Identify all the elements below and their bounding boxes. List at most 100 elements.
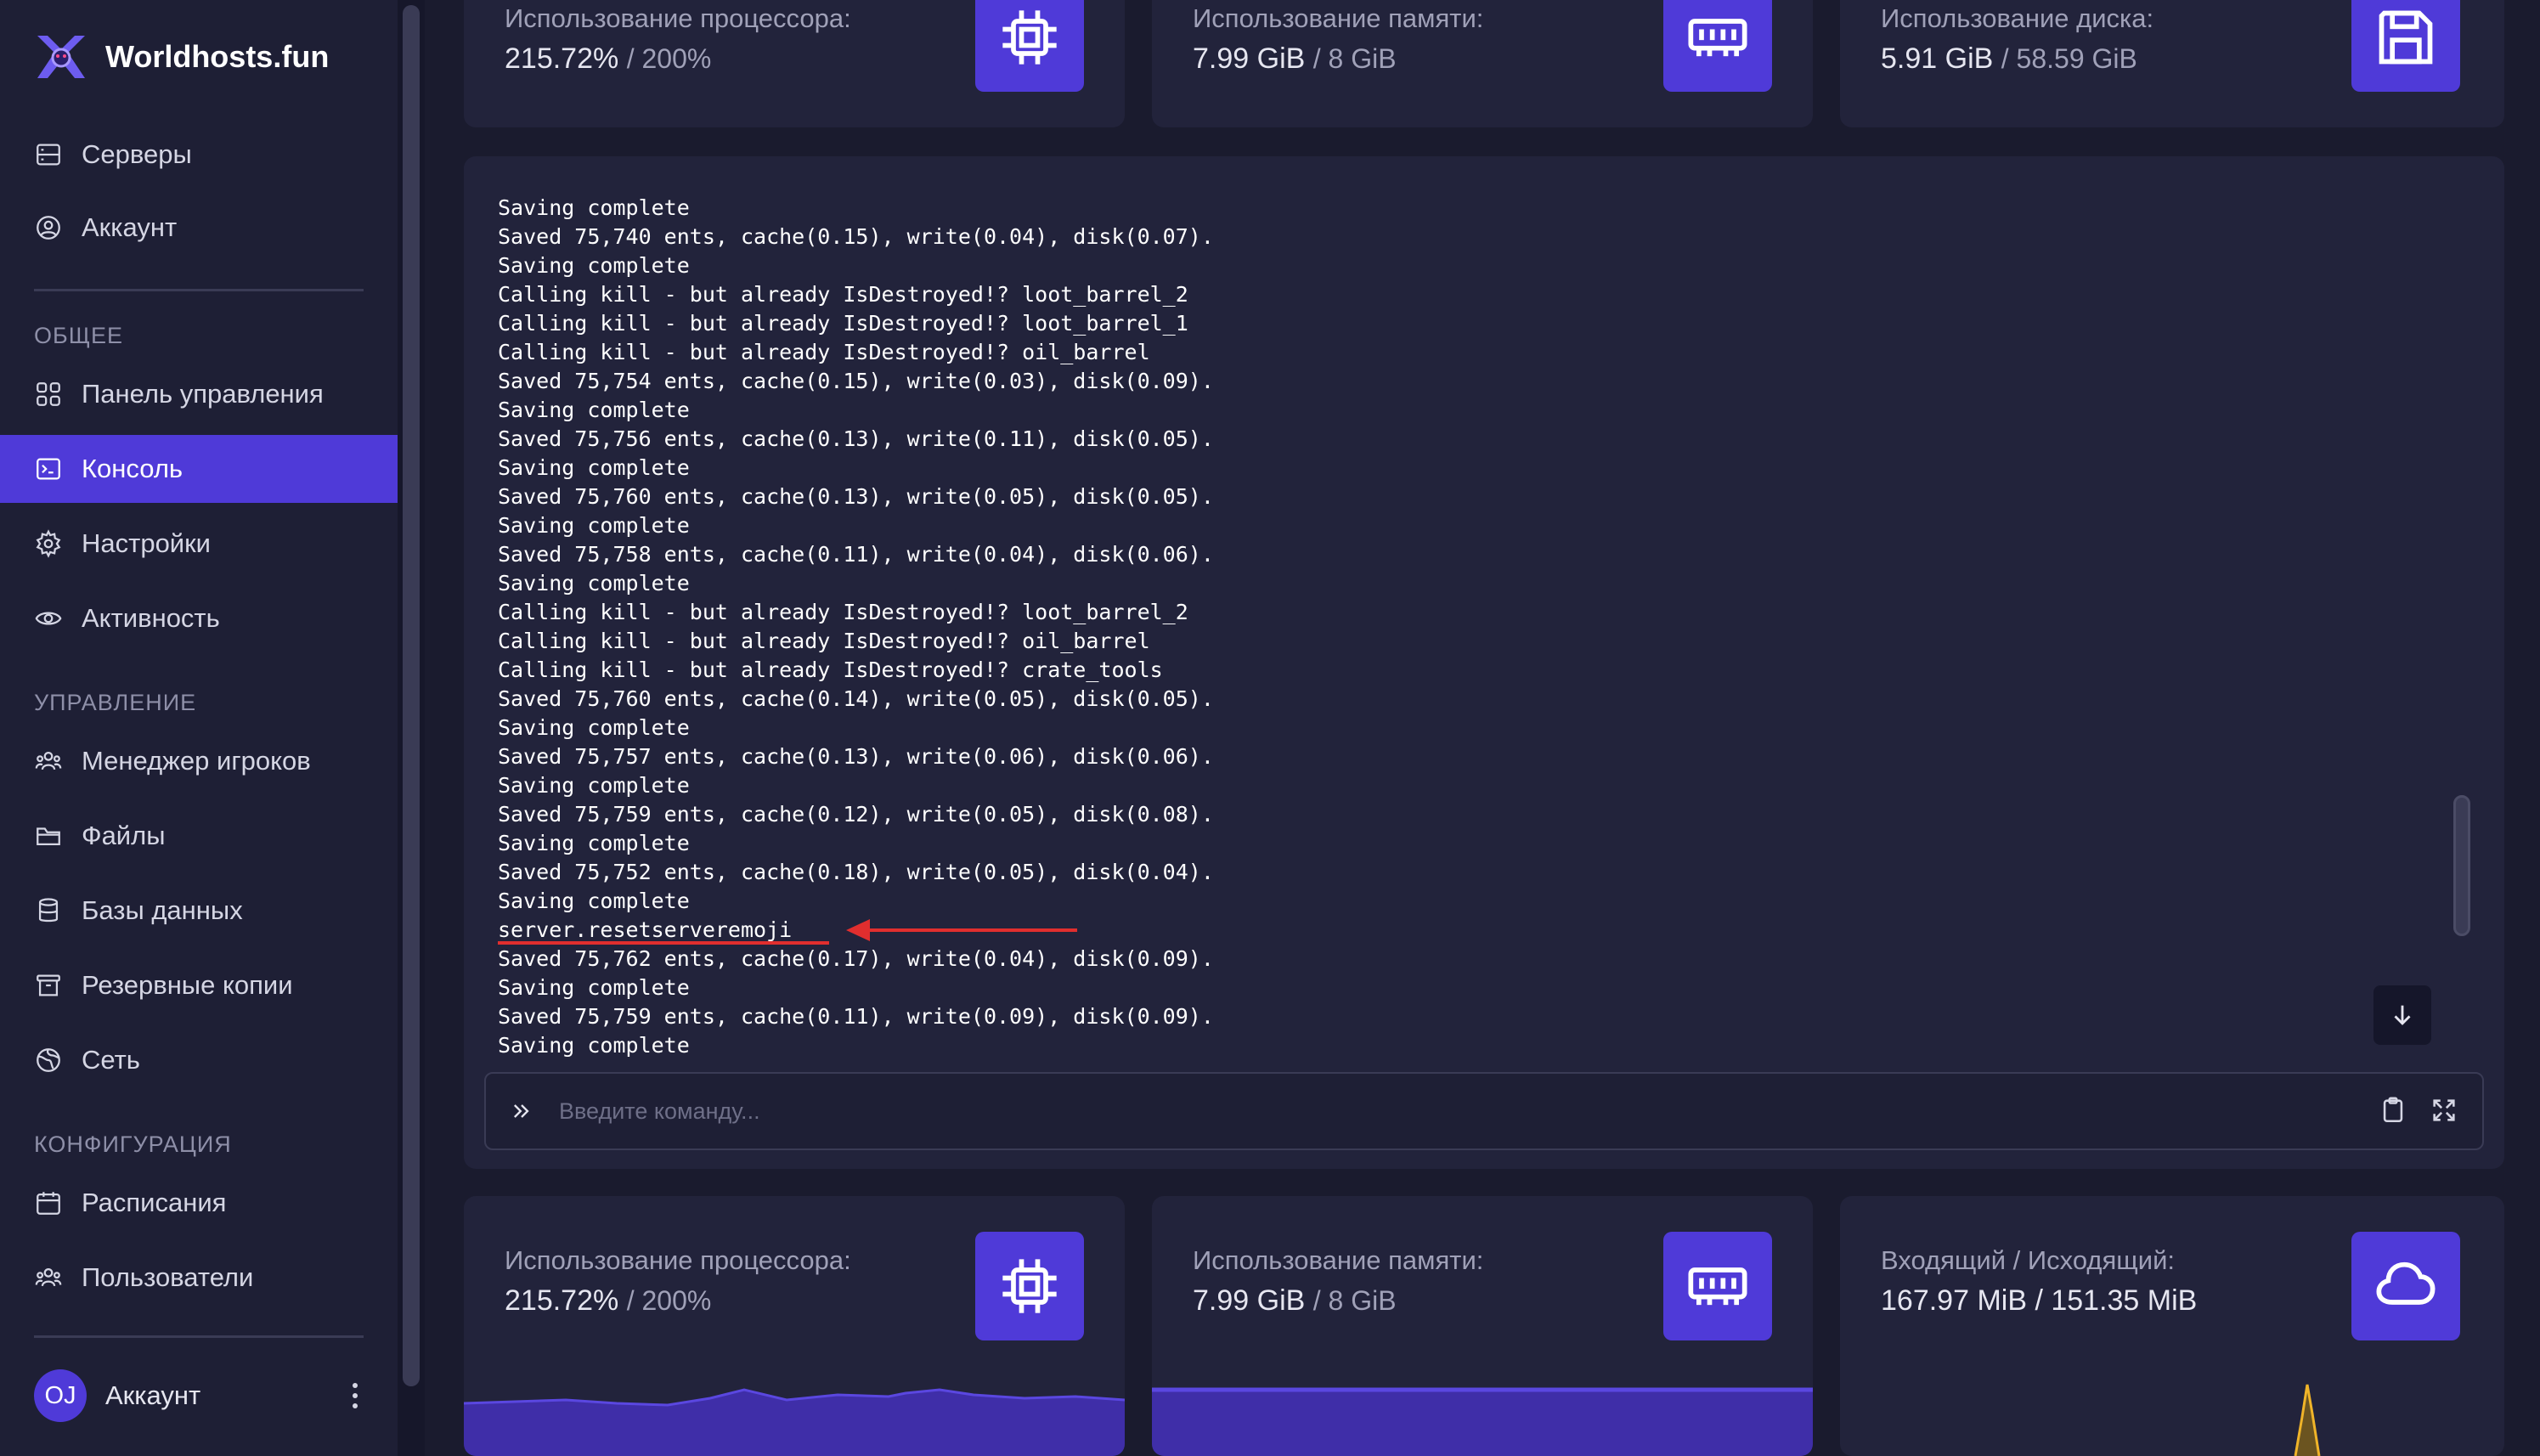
sidebar-divider bbox=[34, 289, 364, 291]
console-line: Saving complete bbox=[498, 571, 690, 595]
stat-label: Использование памяти: bbox=[1193, 1245, 1484, 1275]
stat-value: 7.99 GiB / 8 GiB bbox=[1193, 1284, 1397, 1318]
sidebar-item-databases[interactable]: Базы данных bbox=[0, 877, 398, 945]
gear-icon bbox=[34, 529, 63, 558]
archive-icon bbox=[34, 971, 63, 1000]
sidebar: Worldhosts.fun Серверы Аккаунт ОБЩЕЕ Пан… bbox=[0, 0, 398, 1456]
console-line: Saving complete bbox=[498, 1033, 690, 1058]
stat-value: 7.99 GiB / 8 GiB bbox=[1193, 42, 1397, 76]
console-line: Calling kill - but already IsDestroyed!?… bbox=[498, 657, 1163, 682]
sidebar-item-label: Консоль bbox=[82, 454, 183, 483]
console-line: Saving complete bbox=[498, 831, 690, 855]
floppy-disk-icon bbox=[2351, 0, 2460, 92]
folder-icon bbox=[34, 821, 63, 850]
command-tools bbox=[2379, 1096, 2458, 1125]
scroll-to-bottom-button[interactable] bbox=[2373, 985, 2431, 1045]
stat-current: 167.97 MiB / 151.35 MiB bbox=[1881, 1284, 2198, 1317]
sidebar-item-label: Менеджер игроков bbox=[82, 746, 311, 776]
dashboard-icon bbox=[34, 380, 63, 409]
stat-card-memory: Использование памяти: 7.99 GiB / 8 GiB bbox=[1152, 0, 1813, 127]
stat-card-cpu-graph: Использование процессора: 215.72% / 200% bbox=[464, 1196, 1125, 1456]
console-line: Saved 75,740 ents, cache(0.15), write(0.… bbox=[498, 224, 1214, 249]
stat-label: Использование процессора: bbox=[505, 3, 851, 33]
stat-limit: / 8 GiB bbox=[1312, 1285, 1397, 1316]
sidebar-item-label: Резервные копии bbox=[82, 970, 293, 1000]
memory-icon bbox=[1663, 0, 1772, 92]
stat-limit: / 8 GiB bbox=[1312, 43, 1397, 74]
console-line: Saved 75,760 ents, cache(0.14), write(0.… bbox=[498, 686, 1214, 711]
stat-card-network-graph: Входящий / Исходящий: 167.97 MiB / 151.3… bbox=[1840, 1196, 2504, 1456]
command-bar bbox=[484, 1072, 2484, 1150]
sidebar-item-activity[interactable]: Активность bbox=[0, 584, 398, 652]
sidebar-item-player-manager[interactable]: Менеджер игроков bbox=[0, 727, 398, 795]
stat-card-cpu: Использование процессора: 215.72% / 200% bbox=[464, 0, 1125, 127]
console-line: Saving complete bbox=[498, 773, 690, 798]
section-label-configuration: КОНФИГУРАЦИЯ bbox=[34, 1132, 232, 1157]
sidebar-item-backups[interactable]: Резервные копии bbox=[0, 951, 398, 1019]
expand-icon[interactable] bbox=[2430, 1096, 2458, 1125]
sidebar-item-console[interactable]: Консоль bbox=[0, 435, 398, 503]
sidebar-item-label: Аккаунт bbox=[82, 212, 178, 242]
cpu-icon bbox=[975, 0, 1084, 92]
account-menu[interactable]: OJ Аккаунт bbox=[34, 1369, 364, 1422]
stat-current: 5.91 GiB bbox=[1881, 42, 1994, 75]
console-line: Saved 75,760 ents, cache(0.13), write(0.… bbox=[498, 484, 1214, 509]
calendar-icon bbox=[34, 1188, 63, 1217]
console-line: Saving complete bbox=[498, 975, 690, 1000]
user-circle-icon bbox=[34, 213, 63, 242]
sidebar-item-settings[interactable]: Настройки bbox=[0, 510, 398, 578]
console-line: Saved 75,759 ents, cache(0.11), write(0.… bbox=[498, 1004, 1214, 1029]
section-label-general: ОБЩЕЕ bbox=[34, 323, 124, 348]
sidebar-item-label: Пользователи bbox=[82, 1262, 254, 1292]
annotation-underline bbox=[498, 941, 829, 945]
console-line: Saving complete bbox=[498, 195, 690, 220]
brand-name: Worldhosts.fun bbox=[105, 39, 330, 74]
console-line: Saved 75,754 ents, cache(0.15), write(0.… bbox=[498, 369, 1214, 393]
sidebar-item-dashboard[interactable]: Панель управления bbox=[0, 360, 398, 428]
sidebar-item-label: Сеть bbox=[82, 1045, 140, 1075]
sidebar-item-schedules[interactable]: Расписания bbox=[0, 1169, 398, 1237]
sidebar-item-users[interactable]: Пользователи bbox=[0, 1244, 398, 1312]
console-scrollbar[interactable] bbox=[2453, 795, 2470, 936]
sidebar-item-label: Расписания bbox=[82, 1188, 227, 1217]
console-line: Saving complete bbox=[498, 513, 690, 538]
arrow-down-icon bbox=[2394, 1005, 2411, 1025]
stat-value: 215.72% / 200% bbox=[505, 1284, 711, 1318]
sidebar-item-label: Настройки bbox=[82, 528, 212, 558]
console-line: Saving complete bbox=[498, 715, 690, 740]
terminal-icon bbox=[34, 454, 63, 483]
server-icon bbox=[34, 140, 63, 169]
sidebar-item-label: Серверы bbox=[82, 139, 192, 169]
stat-value: 167.97 MiB / 151.35 MiB bbox=[1881, 1284, 2197, 1318]
console-line: Calling kill - but already IsDestroyed!?… bbox=[498, 629, 1150, 653]
stat-label: Использование диска: bbox=[1881, 3, 2154, 33]
kebab-menu-icon[interactable] bbox=[347, 1383, 364, 1408]
users-icon bbox=[34, 1263, 63, 1292]
sidebar-item-label: Панель управления bbox=[82, 379, 324, 409]
console-line: Saving complete bbox=[498, 889, 690, 913]
stat-label: Входящий / Исходящий: bbox=[1881, 1245, 2176, 1275]
sidebar-item-files[interactable]: Файлы bbox=[0, 802, 398, 870]
sidebar-item-network[interactable]: Сеть bbox=[0, 1026, 398, 1094]
sidebar-divider bbox=[34, 1335, 364, 1338]
account-label: Аккаунт bbox=[105, 1380, 201, 1410]
sidebar-item-label: Файлы bbox=[82, 821, 166, 850]
sidebar-item-label: Активность bbox=[82, 603, 220, 633]
console-line: Saved 75,758 ents, cache(0.11), write(0.… bbox=[498, 542, 1214, 567]
sidebar-item-servers[interactable]: Серверы bbox=[0, 121, 398, 189]
console-panel: Saving complete Saved 75,740 ents, cache(… bbox=[464, 156, 2504, 1169]
console-line: Saved 75,762 ents, cache(0.17), write(0.… bbox=[498, 946, 1214, 971]
console-line: Saved 75,757 ents, cache(0.13), write(0.… bbox=[498, 744, 1214, 769]
command-input[interactable] bbox=[559, 1098, 2258, 1125]
stat-limit: / 200% bbox=[626, 1285, 712, 1316]
brand-logo[interactable]: Worldhosts.fun bbox=[34, 32, 329, 82]
clipboard-icon[interactable] bbox=[2379, 1096, 2407, 1125]
database-icon bbox=[34, 896, 63, 925]
stat-limit: / 200% bbox=[626, 43, 712, 74]
stat-current: 215.72% bbox=[505, 1284, 619, 1317]
sidebar-scrollbar[interactable] bbox=[403, 5, 420, 1386]
console-line: Saving complete bbox=[498, 253, 690, 278]
sidebar-item-account[interactable]: Аккаунт bbox=[0, 194, 398, 262]
stat-label: Использование процессора: bbox=[505, 1245, 851, 1275]
stat-label: Использование памяти: bbox=[1193, 3, 1484, 33]
